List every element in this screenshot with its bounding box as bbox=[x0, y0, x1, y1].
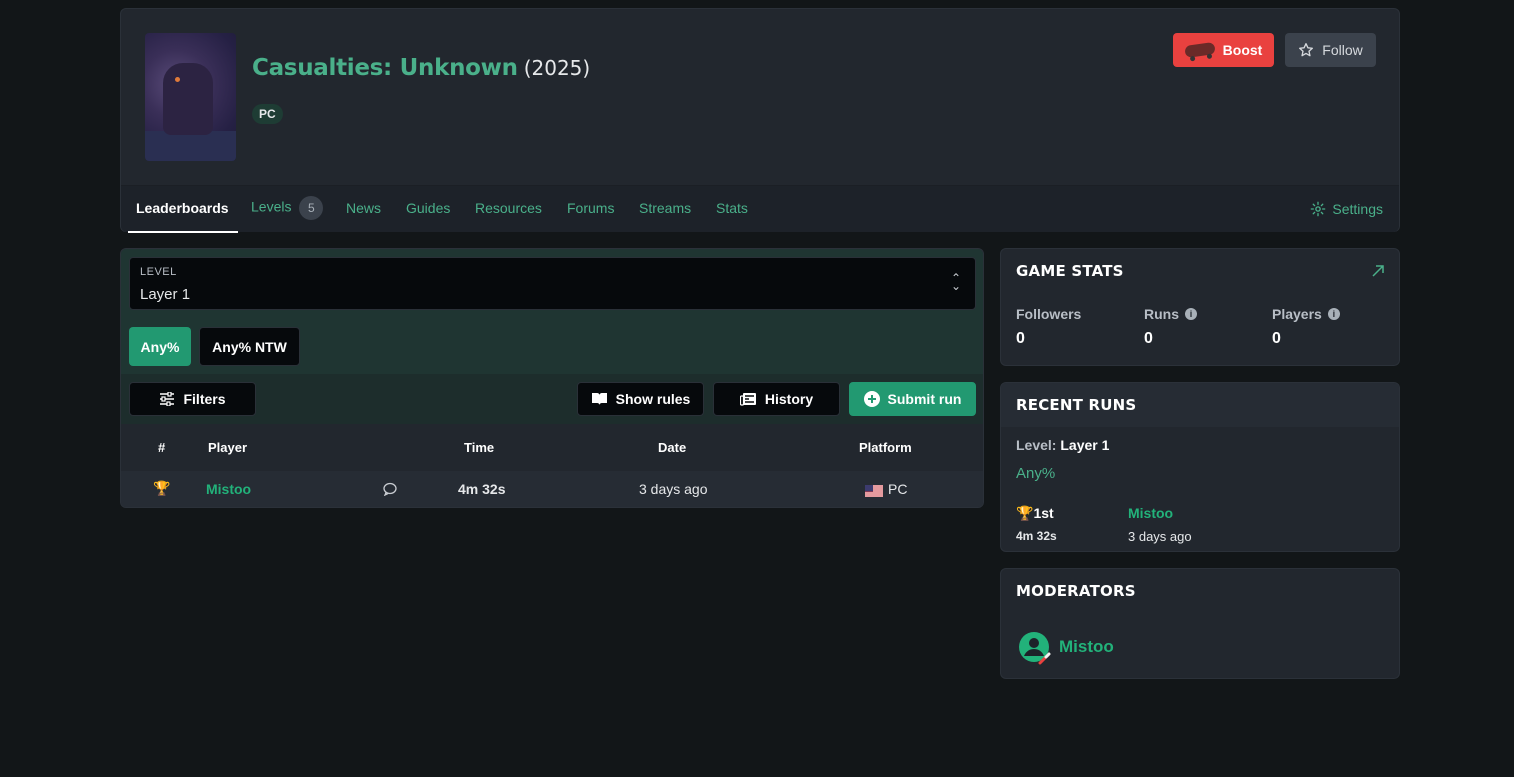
moderators-title: MODERATORS bbox=[1016, 582, 1136, 600]
user-avatar-icon bbox=[1019, 632, 1051, 665]
external-arrow-icon[interactable] bbox=[1372, 265, 1384, 277]
level-select[interactable]: LEVEL Layer 1 ⌃ ⌄ bbox=[129, 257, 976, 310]
game-cover-image[interactable] bbox=[145, 33, 236, 161]
history-label: History bbox=[764, 391, 814, 407]
tab-levels-label: Levels bbox=[251, 198, 292, 215]
game-stats-title: GAME STATS bbox=[1016, 262, 1124, 280]
tab-stats[interactable]: Stats bbox=[716, 200, 748, 216]
players-value: 0 bbox=[1272, 330, 1281, 347]
leaderboard-panel: LEVEL Layer 1 ⌃ ⌄ Any% Any% NTW Filters S… bbox=[120, 248, 984, 508]
cover-ground bbox=[145, 131, 236, 161]
recent-level-prefix: Level: bbox=[1016, 437, 1057, 453]
followers-value: 0 bbox=[1016, 330, 1025, 347]
col-platform[interactable]: Platform bbox=[859, 440, 912, 455]
recent-player[interactable]: Mistoo bbox=[1128, 505, 1173, 521]
game-year: (2025) bbox=[523, 56, 591, 80]
moderators-card: MODERATORS Mistoo bbox=[1000, 568, 1400, 679]
moderator-name[interactable]: Mistoo bbox=[1059, 637, 1114, 657]
submit-run-button[interactable]: Submit run bbox=[849, 382, 976, 416]
chevron-updown-icon: ⌃ ⌄ bbox=[950, 271, 961, 293]
settings-label: Settings bbox=[1332, 201, 1383, 217]
active-tab-indicator bbox=[128, 231, 238, 233]
recent-time[interactable]: 4m 32s bbox=[1016, 529, 1057, 543]
star-icon bbox=[1299, 43, 1314, 57]
info-icon[interactable]: i bbox=[1185, 308, 1197, 320]
tab-news[interactable]: News bbox=[346, 200, 381, 216]
platform-badge[interactable]: PC bbox=[252, 104, 283, 124]
game-stats-card: GAME STATS Followers 0 Runs i 0 Players … bbox=[1000, 248, 1400, 366]
tab-forums[interactable]: Forums bbox=[567, 200, 614, 216]
moderator-avatar[interactable] bbox=[1018, 631, 1051, 665]
row-time[interactable]: 4m 32s bbox=[458, 481, 505, 497]
show-rules-label: Show rules bbox=[615, 391, 691, 407]
row-date: 3 days ago bbox=[639, 481, 708, 497]
boost-label: Boost bbox=[1222, 42, 1263, 58]
tab-resources[interactable]: Resources bbox=[475, 200, 542, 216]
sliders-icon bbox=[160, 392, 175, 406]
filters-label: Filters bbox=[183, 391, 226, 407]
recent-place: 🏆1st bbox=[1016, 505, 1054, 522]
game-nav: Leaderboards Levels 5 News Guides Resour… bbox=[121, 185, 1399, 233]
col-time[interactable]: Time bbox=[464, 440, 494, 455]
history-button[interactable]: History bbox=[713, 382, 840, 416]
recent-level-line: Level: Layer 1 bbox=[1016, 437, 1109, 453]
recent-runs-card: RECENT RUNS Level: Layer 1 Any% 🏆1st 4m … bbox=[1000, 382, 1400, 552]
category-tab-any[interactable]: Any% bbox=[129, 327, 191, 366]
page-container: Casualties: Unknown (2025) PC Boost Foll… bbox=[120, 8, 1400, 679]
cover-eye bbox=[175, 77, 180, 82]
runs-value: 0 bbox=[1144, 330, 1153, 347]
show-rules-button[interactable]: Show rules bbox=[577, 382, 704, 416]
recent-place-label: 1st bbox=[1033, 505, 1054, 521]
comment-icon[interactable] bbox=[383, 482, 397, 499]
recent-level-name[interactable]: Layer 1 bbox=[1060, 437, 1109, 453]
follow-button[interactable]: Follow bbox=[1285, 33, 1376, 67]
trophy-icon: 🏆 bbox=[1016, 505, 1034, 521]
follow-label: Follow bbox=[1322, 42, 1363, 58]
game-title[interactable]: Casualties: Unknown bbox=[252, 55, 518, 81]
level-select-label: LEVEL bbox=[140, 266, 177, 278]
tab-streams[interactable]: Streams bbox=[639, 200, 691, 216]
info-icon[interactable]: i bbox=[1327, 308, 1340, 320]
filters-button[interactable]: Filters bbox=[129, 382, 256, 416]
runs-label: Runs bbox=[1144, 306, 1179, 322]
cover-figure bbox=[163, 63, 213, 135]
leaderboard-table-header: # Player Time Date Platform bbox=[121, 424, 983, 471]
table-row[interactable]: 🏆 Mistoo 4m 32s 3 days ago PC bbox=[121, 471, 983, 507]
col-date[interactable]: Date bbox=[658, 440, 686, 455]
plus-circle-icon bbox=[863, 391, 880, 407]
players-stat: Players i bbox=[1272, 306, 1340, 322]
row-player[interactable]: Mistoo bbox=[206, 481, 251, 497]
gear-icon bbox=[1311, 201, 1326, 217]
leaderboard-selector-area: LEVEL Layer 1 ⌃ ⌄ Any% Any% NTW bbox=[121, 249, 983, 374]
col-player[interactable]: Player bbox=[208, 440, 247, 455]
tab-levels[interactable]: Levels 5 bbox=[251, 196, 324, 220]
players-label: Players bbox=[1272, 306, 1322, 322]
book-icon bbox=[591, 393, 607, 405]
followers-label: Followers bbox=[1016, 306, 1082, 322]
settings-link[interactable]: Settings bbox=[1310, 201, 1383, 217]
boost-button[interactable]: Boost bbox=[1173, 33, 1274, 67]
trophy-icon: 🏆 bbox=[153, 480, 171, 496]
newspaper-icon bbox=[739, 393, 756, 406]
title-row: Casualties: Unknown (2025) bbox=[252, 55, 590, 81]
tab-leaderboards[interactable]: Leaderboards bbox=[136, 200, 229, 216]
skateboard-icon bbox=[1183, 41, 1216, 59]
col-rank[interactable]: # bbox=[158, 440, 165, 455]
game-header: Casualties: Unknown (2025) PC Boost Foll… bbox=[120, 8, 1400, 233]
submit-run-label: Submit run bbox=[887, 391, 962, 407]
level-select-value: Layer 1 bbox=[140, 286, 191, 303]
levels-count-badge: 5 bbox=[299, 196, 324, 220]
leaderboard-toolbar: Filters Show rules History Submit run bbox=[121, 374, 983, 424]
category-tab-any-ntw[interactable]: Any% NTW bbox=[199, 327, 300, 366]
tab-guides[interactable]: Guides bbox=[406, 200, 450, 216]
recent-category[interactable]: Any% bbox=[1016, 465, 1055, 482]
row-platform: PC bbox=[888, 481, 908, 497]
us-flag-icon bbox=[865, 484, 883, 500]
runs-stat: Runs i bbox=[1144, 306, 1197, 322]
recent-date: 3 days ago bbox=[1128, 529, 1192, 544]
recent-runs-title: RECENT RUNS bbox=[1016, 396, 1137, 414]
